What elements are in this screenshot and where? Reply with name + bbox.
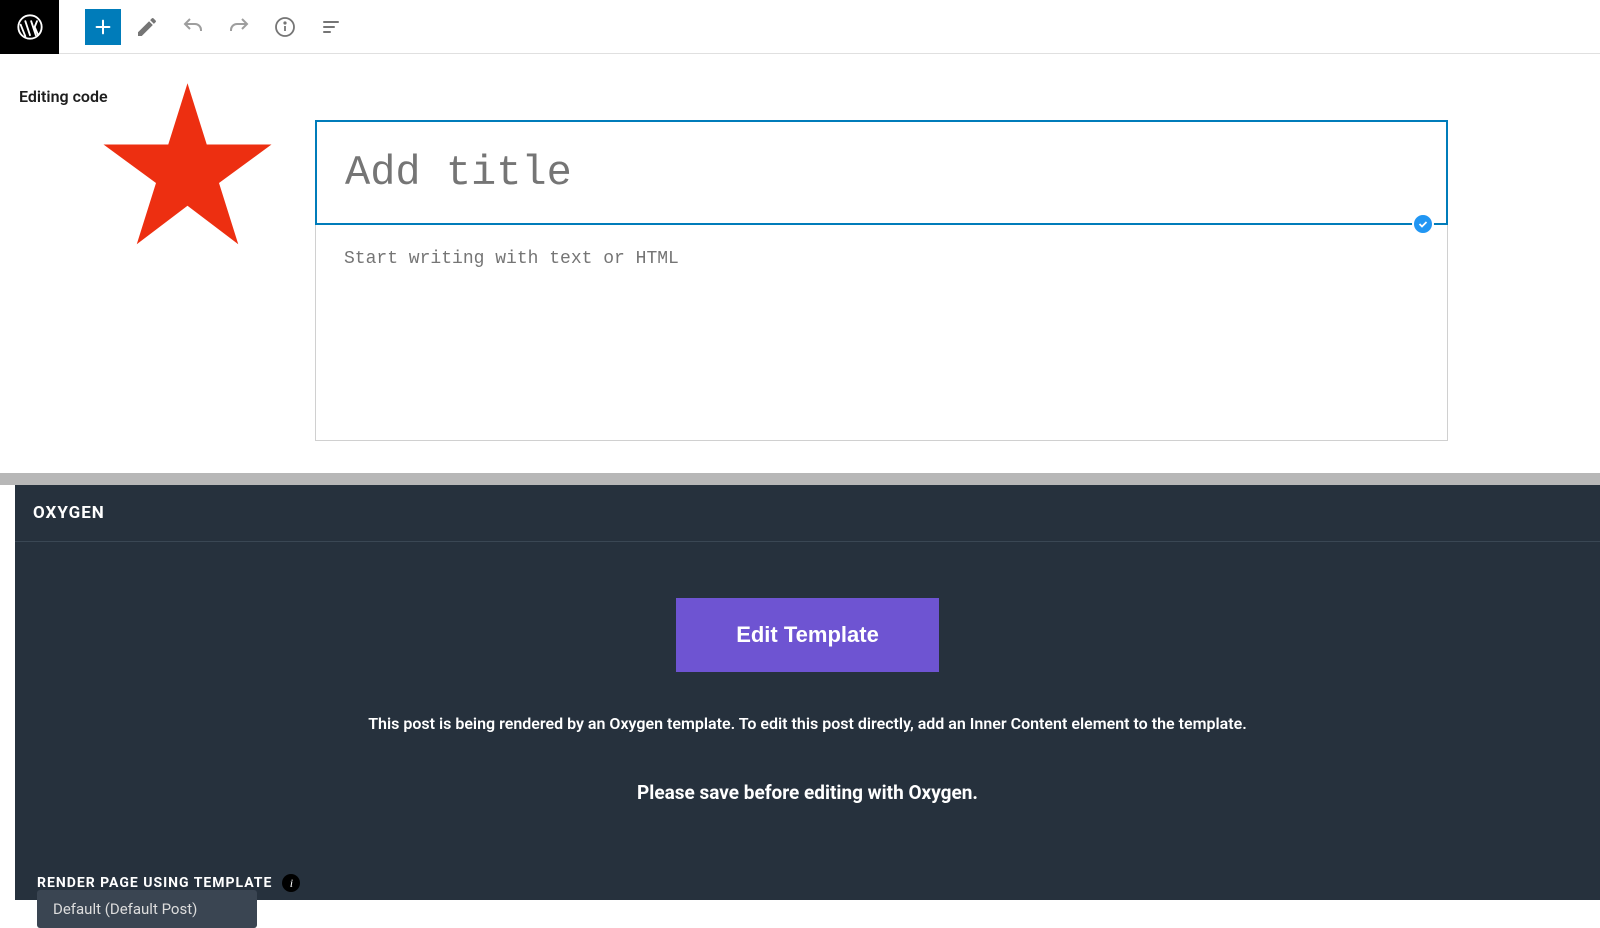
undo-button[interactable]	[173, 7, 213, 47]
wordpress-icon	[16, 13, 44, 41]
info-icon[interactable]: i	[282, 874, 300, 892]
wordpress-logo[interactable]	[0, 0, 59, 54]
redo-icon	[227, 15, 251, 39]
oxygen-panel-header: OXYGEN	[15, 485, 1600, 542]
info-icon	[273, 15, 297, 39]
add-block-button[interactable]	[85, 9, 121, 45]
oxygen-rendered-message: This post is being rendered by an Oxygen…	[15, 714, 1600, 733]
oxygen-title: OXYGEN	[33, 503, 105, 523]
render-template-label: RENDER PAGE USING TEMPLATE	[37, 875, 272, 891]
edit-template-button[interactable]: Edit Template	[676, 598, 939, 672]
star-decoration	[100, 78, 275, 253]
validated-badge	[1412, 213, 1434, 235]
oxygen-panel: OXYGEN Edit Template This post is being …	[15, 485, 1600, 900]
oxygen-panel-body: Edit Template This post is being rendere…	[15, 542, 1600, 804]
post-content-area[interactable]: Start writing with text or HTML	[315, 225, 1448, 441]
pencil-icon	[135, 15, 159, 39]
render-template-select[interactable]: Default (Default Post)	[37, 890, 257, 928]
undo-icon	[181, 15, 205, 39]
post-title-input[interactable]	[317, 122, 1446, 223]
code-editor: Start writing with text or HTML	[315, 120, 1448, 441]
title-field-wrapper	[315, 120, 1448, 225]
redo-button[interactable]	[219, 7, 259, 47]
check-icon	[1417, 218, 1429, 230]
star-icon	[100, 78, 275, 253]
details-button[interactable]	[265, 7, 305, 47]
panel-divider	[0, 473, 1600, 485]
plus-icon	[92, 16, 114, 38]
editing-mode-label: Editing code	[19, 87, 108, 106]
edit-mode-button[interactable]	[127, 7, 167, 47]
outline-button[interactable]	[311, 7, 351, 47]
content-placeholder: Start writing with text or HTML	[344, 249, 1419, 269]
oxygen-save-message: Please save before editing with Oxygen.	[15, 781, 1600, 804]
top-toolbar	[0, 0, 1600, 54]
list-icon	[319, 15, 343, 39]
